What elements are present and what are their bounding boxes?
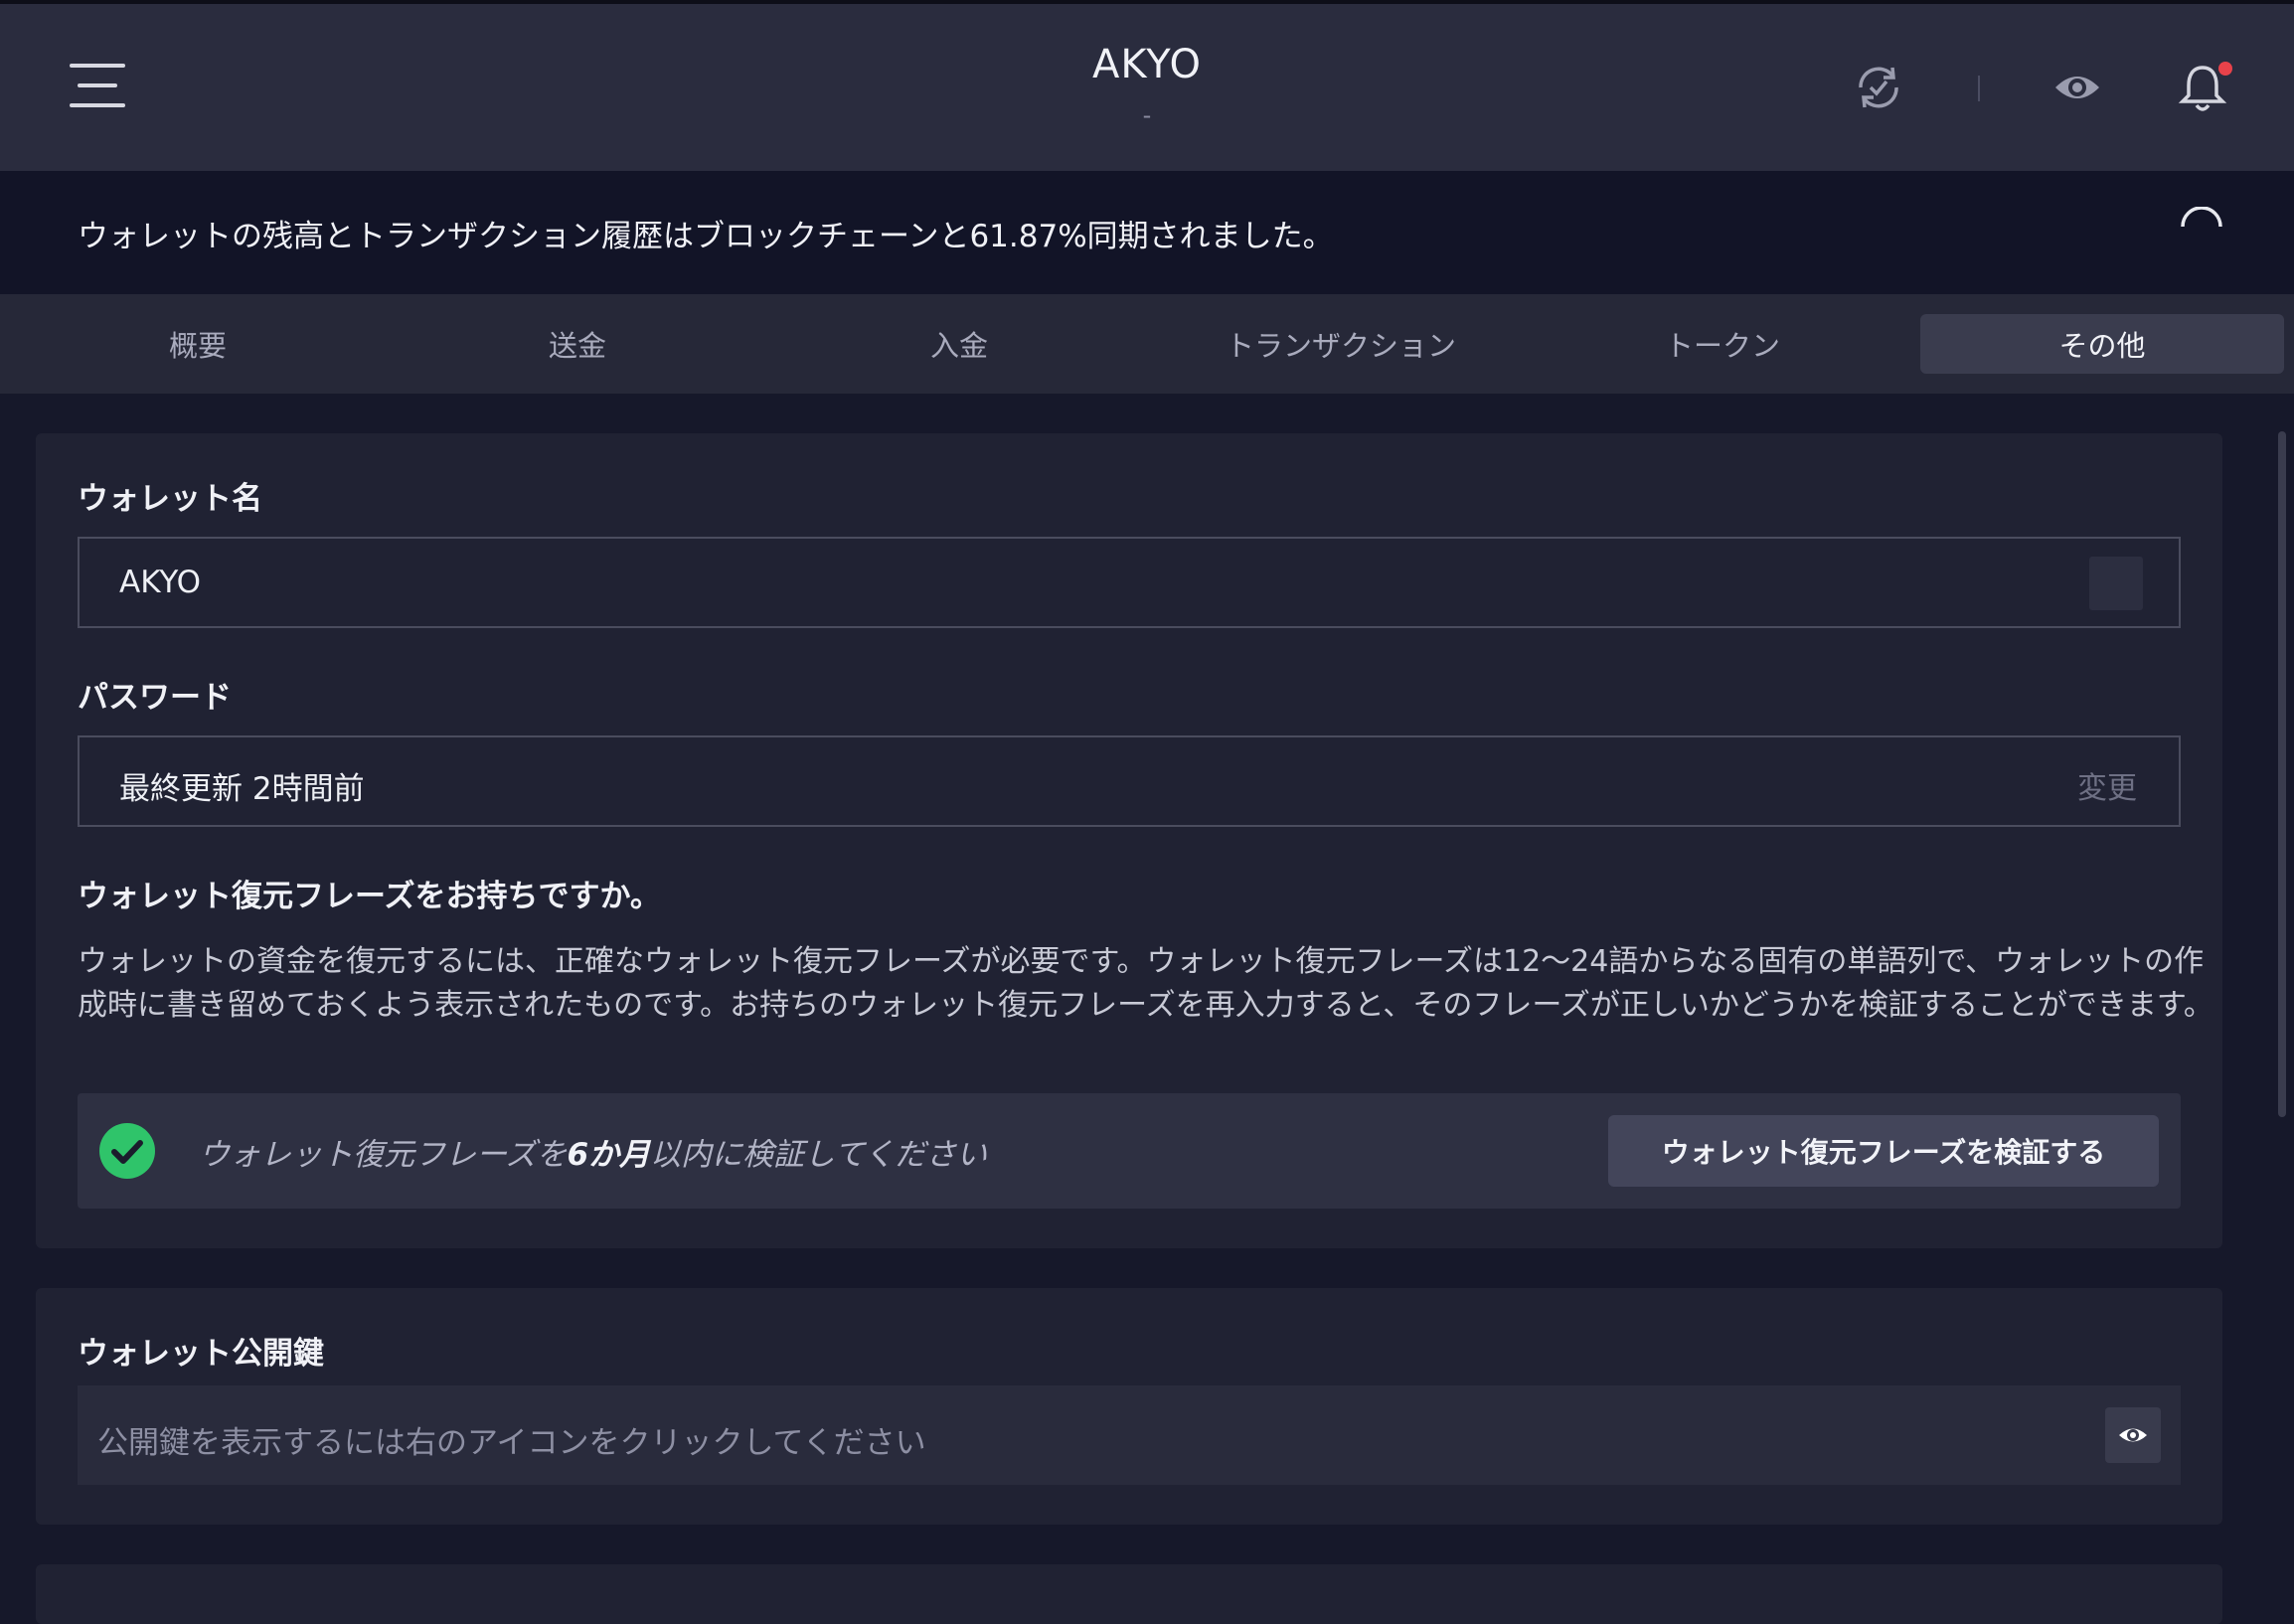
public-key-placeholder: 公開鍵を表示するには右のアイコンをクリックしてください	[97, 1425, 926, 1461]
tab-tokens[interactable]: トークン	[1541, 314, 1904, 374]
password-updated-text: 最終更新 2時間前	[119, 771, 365, 807]
sync-check-icon[interactable]	[1851, 60, 1906, 115]
sync-status-bar: ウォレットの残高とトランザクション履歴はブロックチェーンと61.87%同期されま…	[0, 171, 2294, 294]
tab-send[interactable]: 送金	[396, 314, 759, 374]
wallet-name-value: AKYO	[119, 565, 202, 600]
next-card	[36, 1564, 2222, 1624]
loading-spinner-icon	[2181, 207, 2222, 228]
public-key-field: 公開鍵を表示するには右のアイコンをクリックしてください	[78, 1385, 2181, 1485]
tab-other[interactable]: その他	[1920, 314, 2284, 374]
password-label: パスワード	[78, 680, 232, 716]
wallet-name-label: ウォレット名	[78, 481, 262, 517]
tab-receive[interactable]: 入金	[777, 314, 1141, 374]
wallet-name-field[interactable]: AKYO	[78, 537, 2181, 628]
tab-transactions[interactable]: トランザクション	[1159, 314, 1523, 374]
show-public-key-eye-icon[interactable]	[2105, 1407, 2161, 1463]
notice-text: ウォレット復元フレーズを6か月以内に検証してください	[199, 1137, 988, 1173]
sync-message: ウォレットの残高とトランザクション履歴はブロックチェーンと61.87%同期されま…	[78, 219, 1334, 254]
notice-period: 6か月	[567, 1137, 651, 1173]
edit-square-icon[interactable]	[2089, 557, 2143, 610]
wallet-settings-card: ウォレット名 AKYO パスワード 最終更新 2時間前 変更 ウォレット復元フレ…	[36, 433, 2222, 1248]
public-key-label: ウォレット公開鍵	[78, 1336, 324, 1372]
app-header: AKYO -	[0, 4, 2294, 171]
scrollbar[interactable]	[2278, 431, 2286, 1117]
recovery-notice: ウォレット復元フレーズを6か月以内に検証してください ウォレット復元フレーズを検…	[78, 1093, 2181, 1209]
recovery-description: ウォレットの資金を復元するには、正確なウォレット復元フレーズが必要です。ウォレッ…	[78, 944, 2213, 1023]
password-field: 最終更新 2時間前 変更	[78, 735, 2181, 827]
notification-badge	[2218, 62, 2232, 76]
public-key-card: ウォレット公開鍵 公開鍵を表示するには右のアイコンをクリックしてください	[36, 1288, 2222, 1525]
recovery-heading: ウォレット復元フレーズをお持ちですか。	[78, 879, 661, 914]
wallet-subtitle: -	[1142, 101, 1152, 129]
tab-bar: 概要 送金 入金 トランザクション トークン その他	[0, 294, 2294, 394]
eye-icon[interactable]	[2049, 60, 2105, 115]
tab-overview[interactable]: 概要	[16, 314, 380, 374]
wallet-title: AKYO	[1092, 42, 1202, 87]
change-password-link[interactable]: 変更	[2077, 763, 2137, 807]
check-circle-icon	[99, 1123, 155, 1179]
header-divider	[1978, 76, 1980, 101]
bell-icon[interactable]	[2175, 60, 2232, 115]
verify-recovery-phrase-button[interactable]: ウォレット復元フレーズを検証する	[1608, 1115, 2159, 1187]
